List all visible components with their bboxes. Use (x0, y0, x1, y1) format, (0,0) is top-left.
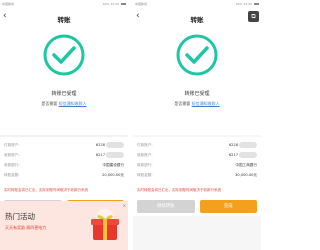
result-title: 转账已受理 (184, 91, 210, 97)
transfer-details: 付款账户: 6228 收款账户: 6217 收款银行: 中国工商银行 转账金额:… (133, 137, 261, 184)
status-time: 42% 13:20 (235, 2, 252, 6)
detail-row: 付款账户: 6228 (137, 140, 257, 150)
carrier-label: 中国移动 (135, 2, 148, 6)
status-bar: 中国移动 42% 13:20 (0, 0, 128, 8)
status-time: 42% 13:20 (102, 2, 119, 6)
detail-label: 收款银行: (4, 162, 20, 167)
detail-value: 30,000.00元 (235, 172, 257, 177)
nav-bar: ‹ 转账 (0, 8, 128, 25)
detail-label: 收款账户: (137, 152, 153, 157)
promo-title: 热门活动 (5, 212, 35, 221)
result-title: 转账已受理 (51, 91, 77, 97)
sms-notify-link[interactable]: 短信通知收款人 (192, 101, 220, 106)
detail-value: 中国工商银行 (235, 162, 257, 167)
check-circle-icon (43, 34, 85, 76)
nav-bar: ‹ 转账 ⧉ (133, 8, 261, 25)
result-panel: 转账已受理 是否需要 短信通知收款人 (133, 25, 261, 135)
detail-value: 中国建设银行 (102, 162, 124, 167)
detail-row: 收款银行: 中国工商银行 (137, 160, 257, 170)
sms-notify-line: 是否需要 短信通知收款人 (133, 101, 261, 107)
detail-row: 收款账户: 6217 (137, 150, 257, 160)
sms-notify-line: 是否需要 短信通知收款人 (0, 101, 128, 107)
battery-icon (121, 2, 126, 6)
left-screenshot: 中国移动 42% 13:20 ‹ 转账 转账已受理 是否需要 短信通知收款人 付… (0, 0, 128, 250)
detail-label: 收款银行: (137, 162, 153, 167)
status-bar: 中国移动 42% 13:20 (133, 0, 261, 8)
promo-subtitle: 天天有奖励 周四更给力 (5, 225, 47, 230)
detail-value: 20,000.00元 (102, 172, 124, 177)
detail-label: 转账金额: (4, 172, 20, 177)
detail-row: 付款账户: 6228 (4, 140, 124, 150)
detail-row: 收款账户: 6217 (4, 150, 124, 160)
detail-value: 6228 (95, 143, 105, 147)
masked-value (239, 152, 257, 158)
masked-value (106, 142, 124, 148)
action-buttons: 继续转账 完成 (133, 197, 261, 216)
masked-value (239, 142, 257, 148)
battery-icon (254, 2, 259, 6)
detail-label: 收款账户: (4, 152, 20, 157)
detail-value: 6228 (228, 143, 238, 147)
detail-row: 转账金额: 30,000.00元 (137, 170, 257, 180)
detail-row: 收款银行: 中国建设银行 (4, 160, 124, 170)
detail-label: 付款账户: (4, 142, 20, 147)
warning-text: 实时转账会将已汇出，实际到账时间取决于收款行系统 (133, 184, 261, 197)
page-title: 转账 (57, 16, 71, 24)
detail-label: 转账金额: (137, 172, 153, 177)
continue-transfer-button[interactable]: 继续转账 (137, 200, 195, 213)
detail-label: 付款账户: (137, 142, 153, 147)
right-screenshot: 中国移动 42% 13:20 ‹ 转账 ⧉ 转账已受理 是否需要 短信通知收款人… (133, 0, 261, 250)
back-icon[interactable]: ‹ (136, 8, 140, 24)
gift-box-icon (91, 209, 119, 240)
promo-banner[interactable]: 热门活动 天天有奖励 周四更给力 ✕ (0, 201, 128, 250)
back-icon[interactable]: ‹ (3, 8, 7, 24)
detail-value: 6217 (95, 153, 105, 157)
carrier-label: 中国移动 (2, 2, 15, 6)
masked-value (106, 152, 124, 158)
transfer-details: 付款账户: 6228 收款账户: 6217 收款银行: 中国建设银行 转账金额:… (0, 137, 128, 184)
check-circle-icon (176, 34, 218, 76)
share-icon[interactable]: ⧉ (248, 11, 259, 22)
warning-text: 实时转账会将已汇出，实际到账时间取决于收款行系统 (0, 184, 128, 197)
notify-prefix: 是否需要 (41, 101, 58, 106)
done-button[interactable]: 完成 (199, 200, 257, 213)
detail-row: 转账金额: 20,000.00元 (4, 170, 124, 180)
close-icon[interactable]: ✕ (123, 203, 126, 208)
detail-value: 6217 (228, 153, 238, 157)
result-panel: 转账已受理 是否需要 短信通知收款人 (0, 25, 128, 135)
sms-notify-link[interactable]: 短信通知收款人 (59, 101, 87, 106)
notify-prefix: 是否需要 (174, 101, 191, 106)
page-title: 转账 (190, 16, 204, 24)
